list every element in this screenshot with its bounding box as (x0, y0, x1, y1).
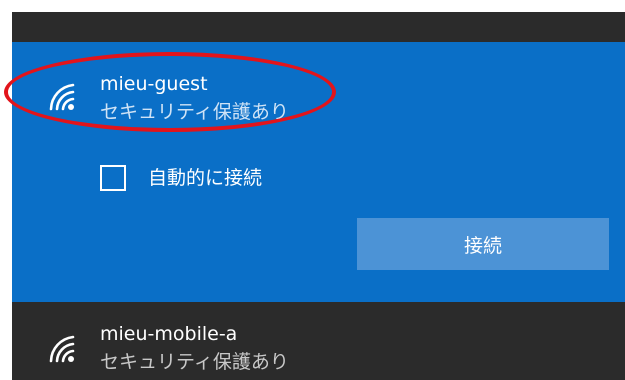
wifi-icon (49, 335, 75, 363)
network-status: セキュリティ保護あり (100, 351, 289, 373)
network-name: mieu-guest (100, 73, 208, 95)
auto-connect-label[interactable]: 自動的に接続 (148, 164, 262, 192)
wifi-flyout: mieu-guest セキュリティ保護あり 自動的に接続 接続 mieu-mob… (12, 12, 625, 380)
network-item[interactable]: mieu-mobile-a セキュリティ保護あり (12, 302, 625, 380)
previous-network-item[interactable] (12, 12, 625, 42)
network-item-selected[interactable]: mieu-guest セキュリティ保護あり 自動的に接続 接続 (12, 42, 625, 302)
connect-button[interactable]: 接続 (357, 218, 609, 270)
auto-connect-checkbox[interactable] (100, 165, 126, 191)
network-name: mieu-mobile-a (100, 323, 238, 345)
wifi-icon (49, 83, 75, 111)
network-status: セキュリティ保護あり (100, 101, 289, 123)
